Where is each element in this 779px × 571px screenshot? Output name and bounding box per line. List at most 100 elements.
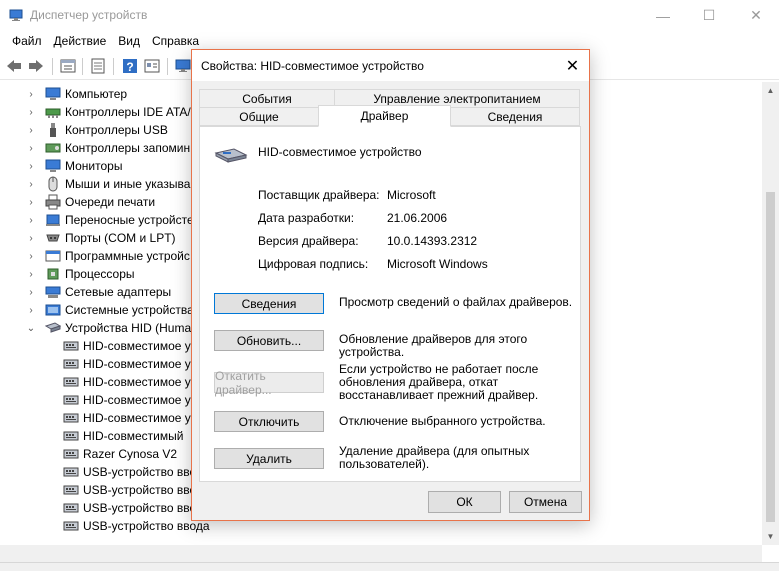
device-name: HID-совместимое устройство [258,145,422,159]
close-button[interactable]: ✕ [733,0,779,31]
tab-events[interactable]: События [199,89,335,108]
scroll-up-icon[interactable]: ▲ [762,82,779,99]
scroll-down-icon[interactable]: ▼ [762,528,779,545]
chevron-right-icon[interactable]: › [25,265,37,283]
hid-icon [45,320,61,336]
chevron-right-icon[interactable]: › [25,193,37,211]
ok-button[interactable]: ОК [428,491,501,513]
chevron-right-icon[interactable]: › [25,121,37,139]
tree-category-item[interactable]: › Контроллеры запомин [25,139,190,157]
tab-driver[interactable]: Драйвер [318,105,451,127]
software-device-icon [45,248,61,264]
portable-device-icon [45,212,61,228]
update-driver-button[interactable]: Обновить... [214,330,324,351]
tree-category-item[interactable]: › Переносные устройсте [25,211,193,229]
chevron-right-icon[interactable]: › [25,229,37,247]
tree-hid-device-item[interactable]: HID-совместимое у [63,373,191,391]
tree-category-label: Мыши и иные указыва [65,177,191,191]
maximize-button[interactable]: ☐ [686,0,732,31]
toolbar-separator [52,58,53,75]
disable-device-desc: Отключение выбранного устройства. [339,414,546,428]
tree-category-item[interactable]: › Порты (COM и LPT) [25,229,175,247]
chevron-right-icon[interactable]: › [25,211,37,229]
tree-hid-device-item[interactable]: USB-устройство ввод [63,481,203,499]
minimize-button[interactable]: — [640,0,686,31]
tree-category-item[interactable]: › Мониторы [25,157,122,175]
tree-hid-device-item[interactable]: Razer Cynosa V2 [63,445,177,463]
tree-hid-device-item[interactable]: HID-совместимое у [63,337,191,355]
menu-view[interactable]: Вид [112,31,146,52]
chevron-right-icon[interactable]: › [25,139,37,157]
tree-hid-device-label: USB-устройство ввода [83,519,210,533]
dialog-title: Свойства: HID-совместимое устройство [201,59,424,73]
tree-category-item[interactable]: › Контроллеры USB [25,121,168,139]
tab-general[interactable]: Общие [199,107,319,126]
chevron-right-icon[interactable]: › [25,103,37,121]
vertical-scrollbar[interactable]: ▲ ▼ [762,82,779,545]
forward-icon[interactable] [27,57,45,75]
rollback-driver-button[interactable]: Откатить драйвер... [214,369,324,397]
tree-category-item[interactable]: › Очереди печати [25,193,155,211]
chevron-right-icon[interactable]: › [25,175,37,193]
keyboard-device-icon [63,410,79,426]
tree-hid-device-item[interactable]: HID-совместимый [63,427,183,445]
tree-category-label: Мониторы [65,159,123,173]
driver-version-value: 10.0.14393.2312 [387,234,478,248]
keyboard-device-icon [63,392,79,408]
tree-hid-device-item[interactable]: USB-устройство ввода [63,517,210,535]
port-icon [45,230,61,246]
tree-category-item[interactable]: ⌄ Устройства HID (Huma [25,319,191,337]
tree-category-item[interactable]: › Сетевые адаптеры [25,283,171,301]
show-hide-icon[interactable] [89,57,107,75]
properties2-icon[interactable] [143,57,161,75]
tree-hid-device-label: HID-совместимое у [83,411,191,425]
tree-category-item[interactable]: › Контроллеры IDE ATA/ [25,103,191,121]
driver-version-label: Версия драйвера: [258,234,359,248]
chevron-down-icon[interactable]: ⌄ [25,319,37,337]
properties-icon[interactable] [59,57,77,75]
chevron-right-icon[interactable]: › [25,247,37,265]
chevron-right-icon[interactable]: › [25,85,37,103]
driver-details-button[interactable]: Сведения [214,293,324,314]
tree-category-label: Компьютер [65,87,128,101]
chevron-right-icon[interactable]: › [25,157,37,175]
tree-category-item[interactable]: › Мыши и иные указыва [25,175,190,193]
system-device-icon [45,302,61,318]
scrollbar-thumb[interactable] [766,192,775,522]
driver-date-label: Дата разработки: [258,211,355,225]
tree-hid-device-item[interactable]: HID-совместимое у [63,355,191,373]
dialog-close-icon[interactable]: ✕ [556,50,589,81]
digital-signer-value: Microsoft Windows [387,257,488,271]
tree-category-label: Контроллеры IDE ATA/ [65,105,191,119]
toolbar-separator [82,58,83,75]
back-icon[interactable] [5,57,23,75]
tree-hid-device-item[interactable]: USB-устройство ввод [63,499,203,517]
chevron-right-icon[interactable]: › [25,283,37,301]
tree-category-item[interactable]: › Программные устройс [25,247,190,265]
processor-icon [45,266,61,282]
tree-hid-device-label: HID-совместимое у [83,393,191,407]
mouse-icon [45,176,61,192]
keyboard-device-icon [63,356,79,372]
menu-action[interactable]: Действие [48,31,113,52]
tree-hid-device-item[interactable]: USB-устройство ввод [63,463,203,481]
tree-category-item[interactable]: › Процессоры [25,265,134,283]
tree-hid-device-item[interactable]: HID-совместимое у [63,409,191,427]
scan-icon[interactable] [174,57,192,75]
toolbar-separator [113,58,114,75]
disable-device-button[interactable]: Отключить [214,411,324,432]
uninstall-driver-button[interactable]: Удалить [214,448,324,469]
rollback-driver-desc: Если устройство не работает после обновл… [339,362,539,402]
driver-date-value: 21.06.2006 [387,211,448,225]
tree-hid-device-item[interactable]: HID-совместимое у [63,391,191,409]
help-icon[interactable]: ? [121,57,139,75]
menu-file[interactable]: Файл [6,31,48,52]
tree-category-item[interactable]: › Системные устройства [25,301,193,319]
cancel-button[interactable]: Отмена [509,491,582,513]
tree-hid-device-label: HID-совместимое у [83,339,191,353]
svg-text:?: ? [126,60,133,74]
horizontal-scrollbar[interactable] [0,545,762,562]
tab-details[interactable]: Сведения [450,107,580,126]
chevron-right-icon[interactable]: › [25,301,37,319]
tree-category-item[interactable]: › Компьютер [25,85,127,103]
